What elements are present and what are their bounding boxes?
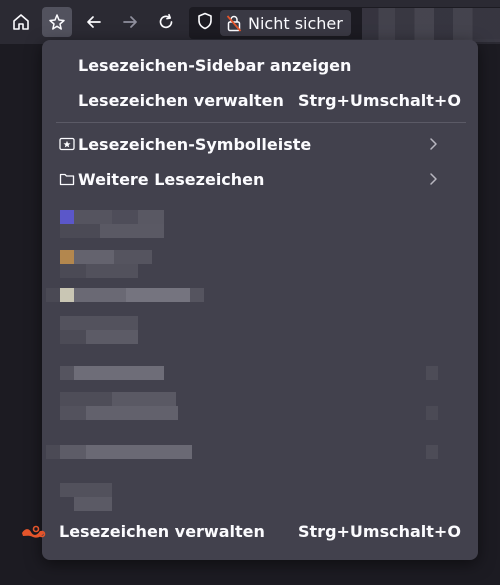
star-folder-icon <box>59 136 75 152</box>
bookmark-item-redacted[interactable] <box>42 286 478 318</box>
arrow-right-icon <box>121 13 139 31</box>
bookmarks-toolbar-folder[interactable]: Lesezeichen-Symbolleiste <box>42 128 478 160</box>
url-text-redacted <box>362 8 500 42</box>
bookmark-item-redacted[interactable] <box>42 443 478 475</box>
bookmark-item-redacted[interactable] <box>42 392 478 424</box>
show-sidebar-label: Lesezeichen-Sidebar anzeigen <box>78 55 352 75</box>
reload-button[interactable] <box>151 7 181 37</box>
bookmark-star-icon <box>48 13 66 31</box>
other-bookmarks-label: Weitere Lesezeichen <box>78 169 265 189</box>
show-sidebar-item[interactable]: Lesezeichen-Sidebar anzeigen <box>42 49 478 81</box>
bookmark-item-redacted[interactable] <box>42 208 478 240</box>
bookmark-item-redacted[interactable] <box>42 316 478 348</box>
bookmark-item-redacted[interactable] <box>42 362 478 394</box>
bookmarks-menu-button[interactable] <box>42 7 72 37</box>
site-security-indicator[interactable]: Nicht sicher <box>220 10 351 36</box>
manage-bookmarks-footer-label: Lesezeichen verwalten <box>59 522 265 541</box>
other-bookmarks-folder[interactable]: Weitere Lesezeichen <box>42 163 478 195</box>
chevron-right-icon <box>428 137 438 151</box>
back-button[interactable] <box>79 7 109 37</box>
bookmark-item-redacted[interactable] <box>42 483 478 515</box>
manage-bookmarks-shortcut: Strg+Umschalt+O <box>298 90 461 110</box>
manage-bookmarks-footer-item[interactable]: Lesezeichen verwalten Strg+Umschalt+O <box>0 515 500 549</box>
arrow-left-icon <box>85 13 103 31</box>
forward-button[interactable] <box>115 7 145 37</box>
chevron-right-icon <box>428 172 438 186</box>
lock-insecure-icon <box>226 14 242 32</box>
shield-icon <box>196 12 214 34</box>
bookmarks-menu: Lesezeichen-Sidebar anzeigen Lesezeichen… <box>42 40 478 560</box>
manage-bookmarks-label: Lesezeichen verwalten <box>78 90 284 110</box>
bookmarks-toolbar-label: Lesezeichen-Symbolleiste <box>78 134 312 154</box>
tracking-protection-button[interactable] <box>194 12 216 34</box>
menu-separator <box>56 122 466 123</box>
reload-icon <box>157 13 175 31</box>
manage-bookmarks-footer-shortcut: Strg+Umschalt+O <box>298 522 461 541</box>
bookmark-item-redacted[interactable] <box>42 248 478 280</box>
home-button[interactable] <box>6 7 36 37</box>
browser-toolbar: Nicht sicher <box>0 0 500 44</box>
bookmarks-logo-icon <box>20 524 48 540</box>
manage-bookmarks-item[interactable]: Lesezeichen verwalten Strg+Umschalt+O <box>42 84 478 116</box>
security-label: Nicht sicher <box>248 13 343 33</box>
folder-icon <box>59 171 75 187</box>
home-icon <box>12 13 30 31</box>
